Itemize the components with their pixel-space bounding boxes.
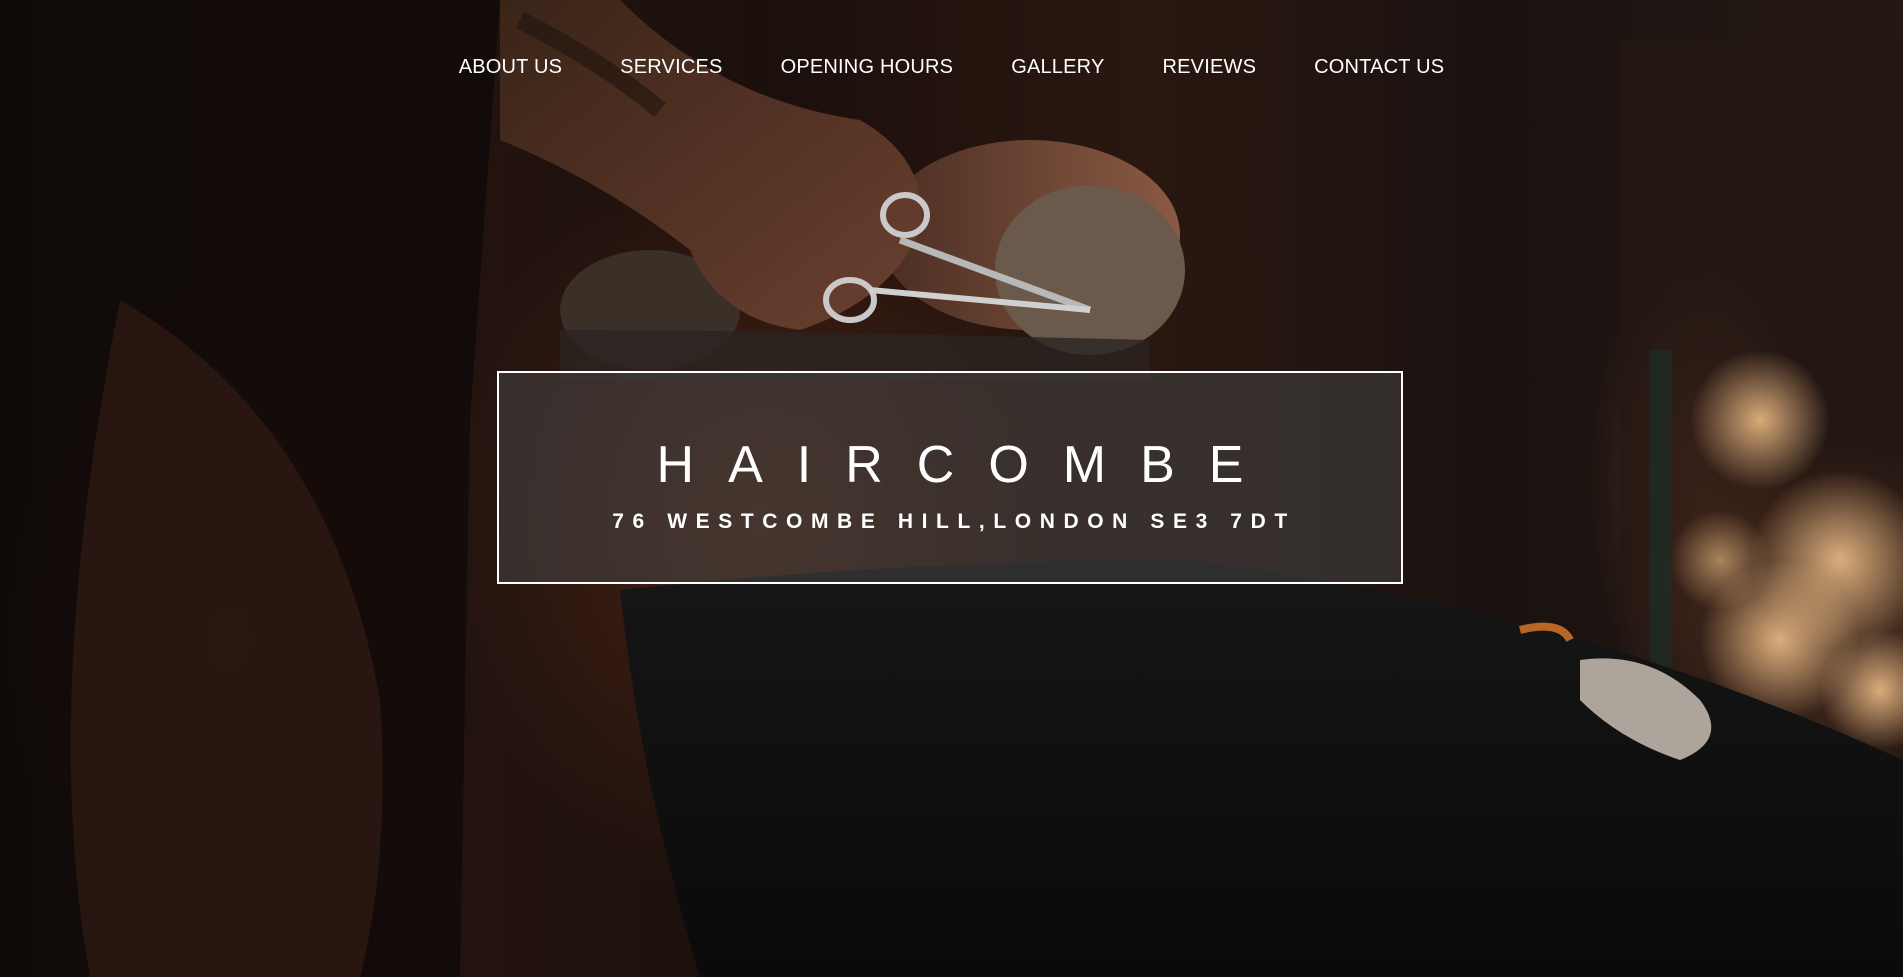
hero-section: ABOUT US SERVICES OPENING HOURS GALLERY … [0,0,1903,977]
nav-item-about-us[interactable]: ABOUT US [430,52,591,83]
site-title: HAIRCOMBE [656,436,1278,494]
nav-item-opening-hours[interactable]: OPENING HOURS [752,52,983,83]
nav-item-gallery[interactable]: GALLERY [982,52,1133,83]
nav-item-services[interactable]: SERVICES [591,52,751,83]
hero-title-box: HAIRCOMBE 76 WESTCOMBE HILL,LONDON SE3 7… [497,371,1403,584]
nav-item-reviews[interactable]: REVIEWS [1134,52,1286,83]
site-address: 76 WESTCOMBE HILL,LONDON SE3 7DT [612,510,1296,533]
nav-item-contact-us[interactable]: CONTACT US [1285,52,1473,83]
main-navigation: ABOUT US SERVICES OPENING HOURS GALLERY … [0,52,1903,83]
